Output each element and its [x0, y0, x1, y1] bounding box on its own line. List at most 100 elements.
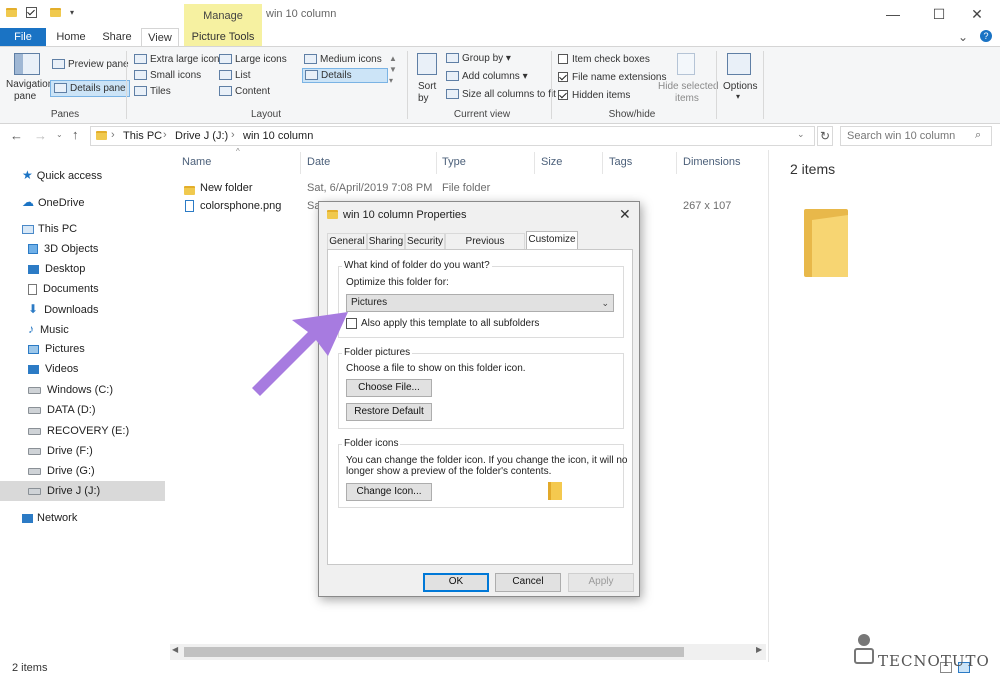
nav-this-pc[interactable]: This PC — [0, 219, 165, 239]
breadcrumb-chevron-icon[interactable]: › — [231, 129, 235, 141]
ribbon-collapse-icon[interactable]: ⌄ — [958, 30, 968, 44]
nav-videos[interactable]: Videos — [0, 359, 165, 379]
table-row[interactable]: New folder Sat, 6/April/2019 7:08 PM Fil… — [180, 179, 760, 197]
tab-home[interactable]: Home — [50, 28, 92, 46]
details-pane-button[interactable]: Details pane — [50, 80, 130, 97]
layout-tiles[interactable]: Tiles — [134, 86, 171, 97]
breadcrumb-current-folder[interactable]: win 10 column — [243, 130, 313, 142]
checkbox[interactable] — [558, 72, 568, 83]
apply-button[interactable]: Apply — [568, 573, 634, 592]
layout-small-icons[interactable]: Small icons — [134, 70, 201, 81]
folder-preview-icon — [804, 209, 848, 277]
search-icon[interactable]: ⌕ — [975, 129, 981, 142]
nav-3d-objects[interactable]: 3D Objects — [0, 239, 165, 259]
column-header-tags[interactable]: Tags — [609, 156, 632, 168]
breadcrumb-this-pc[interactable]: This PC — [123, 130, 162, 142]
layout-list[interactable]: List — [219, 70, 251, 81]
nav-documents[interactable]: Documents — [0, 279, 165, 299]
layout-large-icons[interactable]: Large icons — [219, 54, 287, 65]
tab-customize[interactable]: Customize — [526, 231, 578, 250]
tab-previous-versions[interactable]: Previous Versions — [445, 233, 525, 263]
preview-pane-button[interactable]: Preview pane — [52, 59, 129, 70]
scroll-left-icon[interactable]: ◀ — [172, 645, 178, 654]
column-header-name[interactable]: Name — [182, 156, 211, 168]
column-header-type[interactable]: Type — [442, 156, 466, 168]
nav-drive-j[interactable]: Drive J (J:) — [0, 481, 165, 501]
forward-arrow-icon[interactable]: → — [34, 128, 47, 143]
divider — [602, 152, 603, 174]
recent-locations-icon[interactable]: ⌄ — [56, 130, 63, 139]
close-button[interactable]: ✕ — [954, 0, 1000, 28]
nav-network[interactable]: Network — [0, 508, 165, 528]
file-name-extensions-toggle[interactable]: File name extensions — [558, 72, 667, 83]
tab-view[interactable]: View — [141, 28, 179, 46]
tab-share[interactable]: Share — [96, 28, 138, 46]
choose-file-button[interactable]: Choose File... — [346, 379, 432, 397]
qat-dropdown-icon[interactable]: ▾ — [70, 8, 74, 17]
address-dropdown-icon[interactable]: ⌄ — [797, 129, 805, 140]
nav-drive-g[interactable]: Drive (G:) — [0, 461, 165, 481]
folder-icon[interactable] — [6, 8, 17, 17]
tab-sharing[interactable]: Sharing — [367, 233, 405, 249]
breadcrumb-chevron-icon[interactable]: › — [163, 129, 167, 141]
dialog-close-icon[interactable]: ✕ — [619, 206, 631, 223]
nav-downloads[interactable]: ⬇ Downloads — [0, 299, 165, 319]
hide-selected-button[interactable]: Hide selected — [658, 81, 719, 92]
nav-desktop[interactable]: Desktop — [0, 259, 165, 279]
sort-by-label2[interactable]: by — [418, 93, 429, 104]
hide-selected-label2[interactable]: items — [675, 93, 699, 104]
layout-scroll-icon[interactable]: ▲ ▼ ▾ — [389, 53, 397, 86]
add-columns-button[interactable]: Add columns ▾ — [446, 71, 528, 82]
up-arrow-icon[interactable]: ↑ — [72, 127, 79, 142]
optimize-dropdown[interactable]: Pictures ⌄ — [346, 294, 614, 312]
scroll-right-icon[interactable]: ▶ — [756, 645, 762, 654]
breadcrumb-drive-j[interactable]: Drive J (J:) — [175, 130, 228, 142]
divider — [436, 152, 437, 174]
minimize-button[interactable]: — — [870, 0, 916, 28]
layout-medium-icons[interactable]: Medium icons — [304, 54, 382, 65]
change-icon-button[interactable]: Change Icon... — [346, 483, 432, 501]
hidden-items-toggle[interactable]: Hidden items — [558, 90, 630, 101]
nav-recovery-e[interactable]: RECOVERY (E:) — [0, 421, 165, 441]
nav-drive-f[interactable]: Drive (F:) — [0, 441, 165, 461]
nav-onedrive[interactable]: ☁ OneDrive — [0, 192, 165, 212]
search-input[interactable]: Search win 10 column ⌕ — [840, 126, 992, 146]
restore-default-button[interactable]: Restore Default — [346, 403, 432, 421]
options-button[interactable]: Options — [723, 81, 757, 92]
refresh-icon[interactable]: ↻ — [817, 126, 833, 146]
nav-pictures[interactable]: Pictures — [0, 339, 165, 359]
layout-content[interactable]: Content — [219, 86, 270, 97]
back-arrow-icon[interactable]: ← — [10, 128, 23, 143]
group-by-button[interactable]: Group by ▾ — [446, 53, 511, 64]
nav-data-d[interactable]: DATA (D:) — [0, 400, 165, 420]
column-header-date[interactable]: Date — [307, 156, 330, 168]
cancel-button[interactable]: Cancel — [495, 573, 561, 592]
size-columns-button[interactable]: Size all columns to fit — [446, 89, 556, 100]
column-header-size[interactable]: Size — [541, 156, 562, 168]
navigation-pane-label2[interactable]: pane — [14, 91, 36, 102]
options-dropdown-icon[interactable]: ▾ — [736, 92, 740, 101]
layout-extra-large-icons[interactable]: Extra large icons — [134, 54, 224, 65]
column-header-dimensions[interactable]: Dimensions — [683, 156, 740, 168]
sort-by-button[interactable]: Sort — [418, 81, 436, 92]
tab-picture-tools[interactable]: Picture Tools — [184, 28, 262, 46]
new-folder-icon[interactable] — [50, 8, 61, 17]
layout-details[interactable]: Details — [302, 68, 388, 83]
tab-file[interactable]: File — [0, 28, 46, 46]
scrollbar-thumb[interactable] — [184, 647, 684, 657]
nav-quick-access[interactable]: ★ Quick access — [0, 165, 165, 185]
nav-windows-c[interactable]: Windows (C:) — [0, 380, 165, 400]
item-checkboxes-toggle[interactable]: Item check boxes — [558, 54, 650, 65]
properties-icon[interactable] — [26, 7, 37, 18]
checkbox[interactable] — [558, 90, 568, 101]
apply-subfolders-toggle[interactable]: Also apply this template to all subfolde… — [346, 318, 539, 329]
navigation-pane-button[interactable]: Navigation — [6, 79, 53, 90]
breadcrumb-chevron-icon[interactable]: › — [111, 129, 115, 141]
tab-security[interactable]: Security — [405, 233, 445, 249]
ok-button[interactable]: OK — [423, 573, 489, 592]
address-bar[interactable]: › This PC › Drive J (J:) › win 10 column… — [90, 126, 815, 146]
nav-music[interactable]: ♪ Music — [0, 319, 165, 339]
help-icon[interactable]: ? — [980, 30, 992, 42]
tab-general[interactable]: General — [327, 233, 367, 249]
checkbox[interactable] — [558, 54, 568, 65]
